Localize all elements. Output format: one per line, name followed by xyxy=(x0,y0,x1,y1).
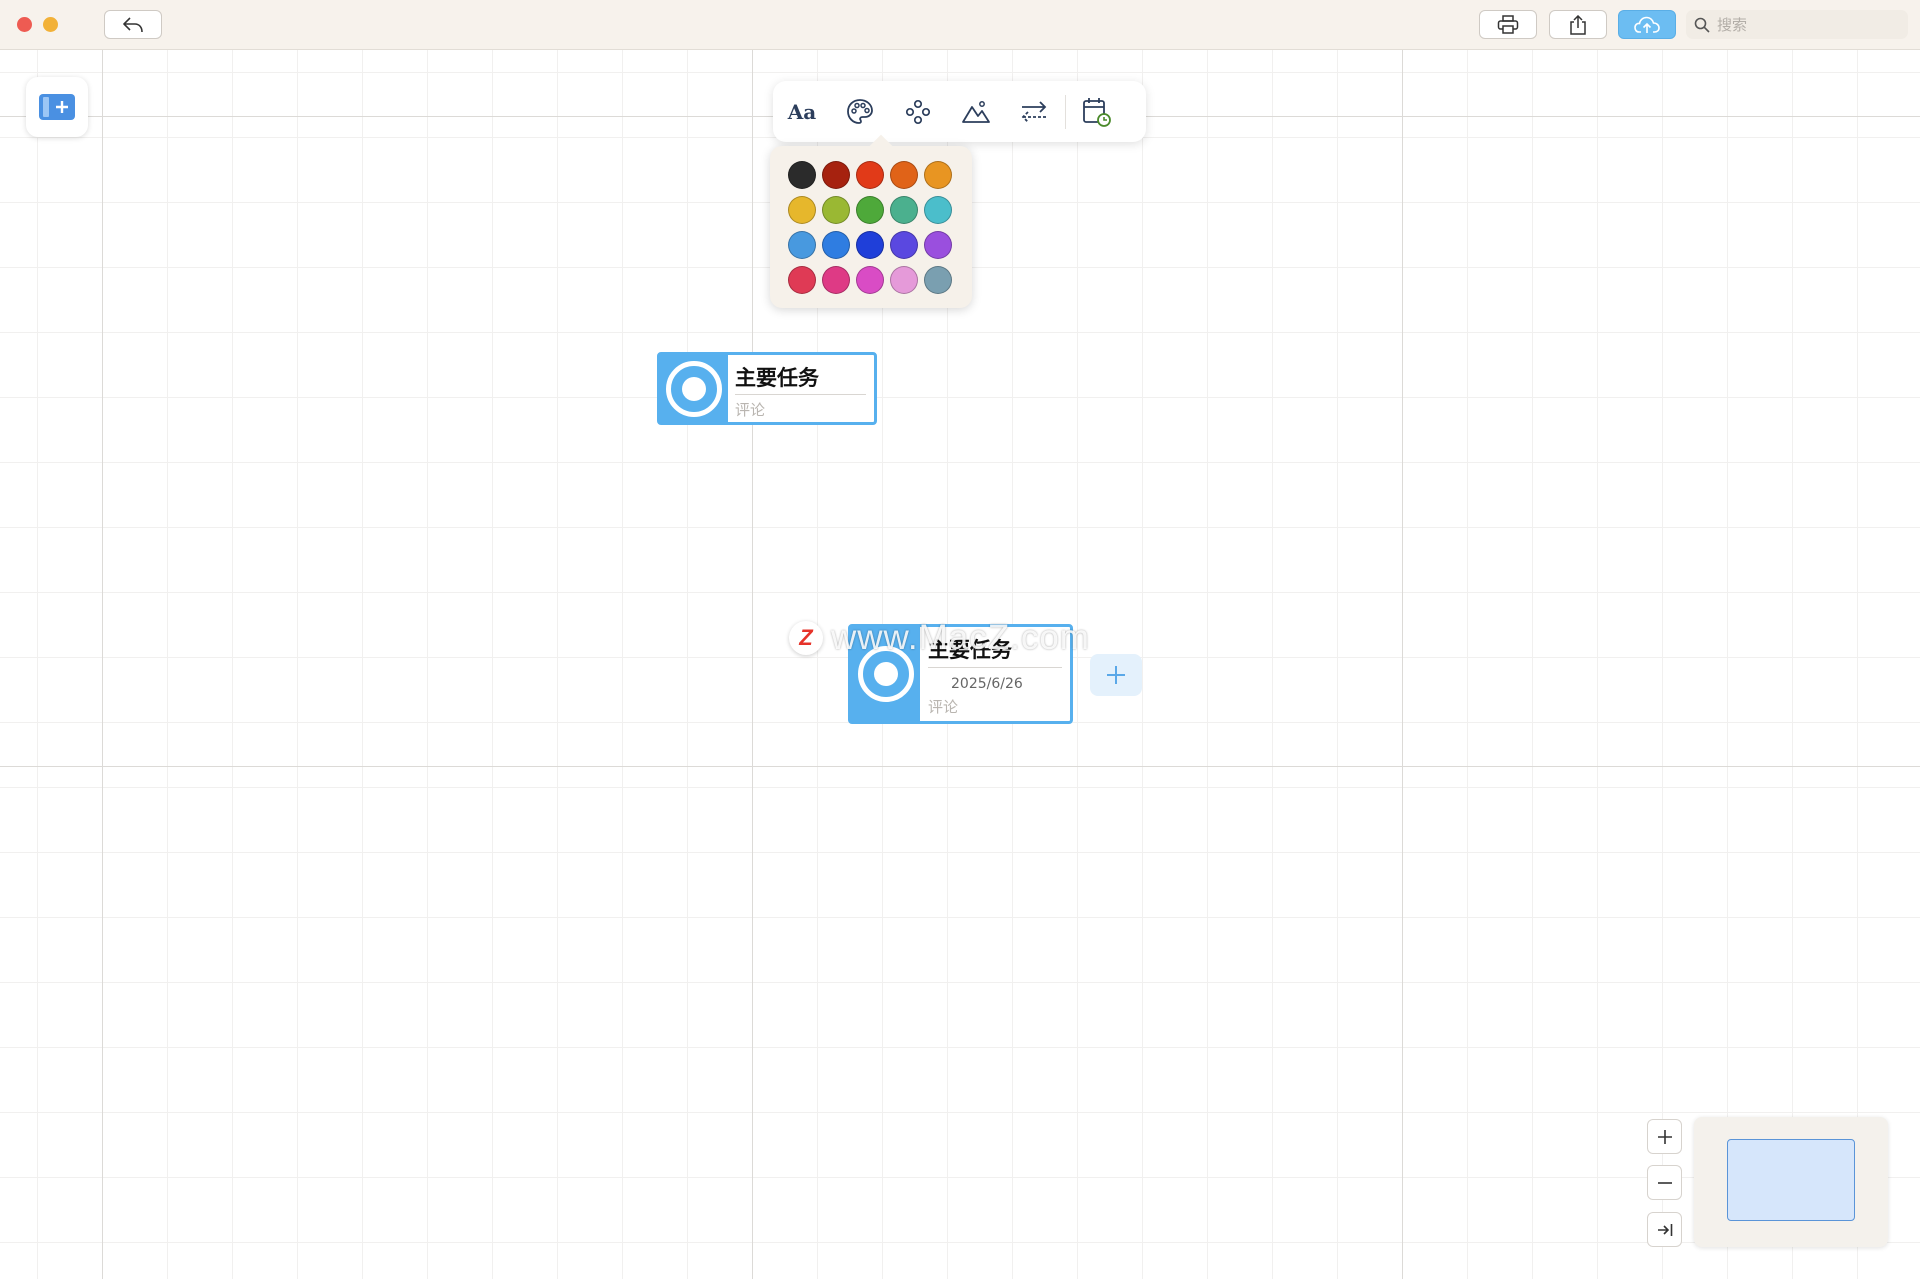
search-field[interactable]: 搜索 xyxy=(1686,10,1908,39)
color-swatch[interactable] xyxy=(924,231,952,259)
target-icon xyxy=(857,646,914,702)
color-swatch[interactable] xyxy=(856,161,884,189)
relationship-tool[interactable] xyxy=(1005,81,1063,142)
text-style-icon: Aa xyxy=(787,99,817,124)
fit-to-screen-button[interactable] xyxy=(1647,1212,1682,1247)
print-button[interactable] xyxy=(1479,10,1537,39)
search-placeholder: 搜索 xyxy=(1717,16,1748,34)
add-panel-icon xyxy=(39,94,75,120)
color-swatch[interactable] xyxy=(890,231,918,259)
cloud-sync-button[interactable] xyxy=(1618,10,1676,39)
close-window-button[interactable] xyxy=(17,17,32,32)
node-divider xyxy=(735,394,866,395)
color-swatch[interactable] xyxy=(822,231,850,259)
image-tool[interactable] xyxy=(947,81,1005,142)
format-toolbar: Aa xyxy=(773,81,1146,142)
schedule-tool[interactable] xyxy=(1068,81,1126,142)
node-title[interactable]: 主要任务 xyxy=(928,634,1012,664)
node-icon-band xyxy=(660,355,728,422)
node-due-date[interactable]: 2025/6/26 xyxy=(951,676,1023,692)
color-swatch[interactable] xyxy=(890,196,918,224)
structure-tool[interactable] xyxy=(889,81,947,142)
task-node-selected[interactable]: 主要任务 2025/6/26 评论 xyxy=(848,624,1073,724)
color-tool[interactable] xyxy=(831,81,889,142)
zoom-out-button[interactable] xyxy=(1647,1165,1682,1200)
plus-icon xyxy=(1657,1129,1672,1144)
color-swatch[interactable] xyxy=(788,231,816,259)
color-swatch[interactable] xyxy=(788,196,816,224)
minimap-viewport[interactable] xyxy=(1727,1139,1855,1221)
toolbar-divider xyxy=(1065,94,1066,129)
minus-icon xyxy=(1657,1181,1672,1184)
nodes-icon xyxy=(905,99,931,124)
add-child-node-button[interactable] xyxy=(1090,654,1142,696)
minimap[interactable] xyxy=(1694,1117,1888,1247)
color-swatch[interactable] xyxy=(822,161,850,189)
color-swatch-grid xyxy=(788,161,952,294)
add-sheet-button[interactable] xyxy=(26,77,88,137)
title-bar: 搜索 xyxy=(0,0,1920,50)
undo-icon xyxy=(123,16,143,32)
color-swatch[interactable] xyxy=(924,161,952,189)
node-divider xyxy=(928,667,1062,668)
target-icon xyxy=(666,360,722,417)
task-node[interactable]: 主要任务 评论 xyxy=(657,352,877,425)
back-button[interactable] xyxy=(104,10,162,39)
color-palette-popover xyxy=(770,134,972,308)
arrows-icon xyxy=(1021,100,1047,123)
page-guide-line xyxy=(1402,50,1403,1279)
share-button[interactable] xyxy=(1549,10,1607,39)
color-swatch[interactable] xyxy=(856,231,884,259)
search-icon xyxy=(1694,17,1710,33)
node-title[interactable]: 主要任务 xyxy=(735,362,819,392)
image-icon xyxy=(962,100,990,123)
cloud-upload-icon xyxy=(1634,16,1660,33)
color-swatch[interactable] xyxy=(890,161,918,189)
print-icon xyxy=(1497,14,1519,34)
color-swatch[interactable] xyxy=(822,196,850,224)
color-swatch[interactable] xyxy=(822,266,850,294)
page-guide-line xyxy=(102,50,103,1279)
plus-icon xyxy=(1107,666,1125,684)
fit-arrow-icon xyxy=(1657,1223,1672,1236)
color-swatch[interactable] xyxy=(924,266,952,294)
calendar-icon xyxy=(1083,97,1111,127)
color-swatch[interactable] xyxy=(788,161,816,189)
color-swatch[interactable] xyxy=(924,196,952,224)
page-guide-line xyxy=(0,766,1920,767)
node-icon-band xyxy=(851,627,920,721)
color-swatch[interactable] xyxy=(788,266,816,294)
node-comment[interactable]: 评论 xyxy=(735,399,765,420)
share-icon xyxy=(1570,14,1586,35)
zoom-in-button[interactable] xyxy=(1647,1119,1682,1154)
color-swatch[interactable] xyxy=(890,266,918,294)
page-guide-line xyxy=(752,50,753,1279)
node-comment[interactable]: 评论 xyxy=(928,696,958,717)
minimize-window-button[interactable] xyxy=(43,17,58,32)
color-swatch[interactable] xyxy=(856,196,884,224)
color-swatch[interactable] xyxy=(856,266,884,294)
text-style-tool[interactable]: Aa xyxy=(773,81,831,142)
palette-icon xyxy=(847,98,873,124)
